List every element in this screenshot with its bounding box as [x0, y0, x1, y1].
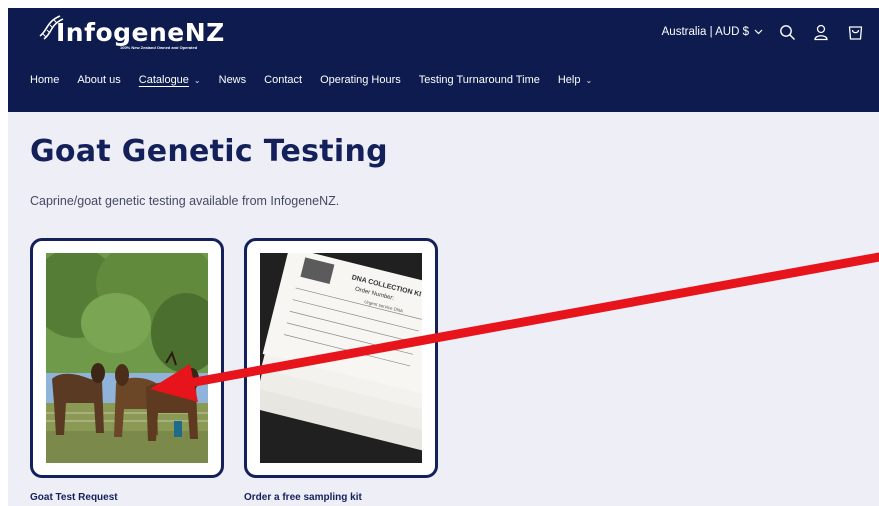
page-description: Caprine/goat genetic testing available f…: [30, 194, 340, 208]
collection-page: Goat Genetic Testing Caprine/goat geneti…: [8, 112, 879, 506]
product-title-goat-test[interactable]: Goat Test Request: [30, 492, 118, 503]
site-header: InfogeneNZ 100% New Zealand Owned and Op…: [8, 8, 879, 112]
main-nav: Home About us Catalogue ⌄ News Contact Op…: [30, 74, 592, 86]
nav-item-catalogue[interactable]: Catalogue ⌄: [139, 74, 201, 86]
chevron-down-icon: [754, 29, 763, 35]
nav-item-home[interactable]: Home: [30, 74, 59, 86]
search-icon[interactable]: [777, 22, 797, 42]
site-logo[interactable]: InfogeneNZ 100% New Zealand Owned and Op…: [36, 12, 256, 56]
page-title: Goat Genetic Testing: [30, 134, 388, 169]
header-utilities: Australia | AUD $: [662, 20, 865, 44]
product-title-sampling-kit[interactable]: Order a free sampling kit: [244, 492, 362, 503]
nav-item-about-us[interactable]: About us: [77, 74, 120, 86]
product-card-sampling-kit[interactable]: DNA COLLECTION KIT Order Number: Urgent …: [244, 238, 438, 478]
product-card-goat-test[interactable]: [30, 238, 224, 478]
currency-label: Australia | AUD $: [661, 26, 749, 38]
chevron-down-icon: ⌄: [193, 75, 201, 85]
chevron-down-icon: ⌄: [585, 75, 593, 85]
account-icon[interactable]: [811, 22, 831, 42]
nav-item-help[interactable]: Help ⌄: [558, 74, 592, 86]
goats-photo: [46, 253, 208, 463]
logo-text: InfogeneNZ: [56, 18, 225, 47]
cart-icon[interactable]: [845, 22, 865, 42]
nav-item-contact[interactable]: Contact: [264, 74, 302, 86]
nav-item-news[interactable]: News: [219, 74, 247, 86]
currency-selector[interactable]: Australia | AUD $: [662, 26, 763, 38]
nav-item-testing-turnaround[interactable]: Testing Turnaround Time: [419, 74, 540, 86]
logo-tagline: 100% New Zealand Owned and Operated: [120, 45, 198, 50]
sampling-kit-photo: DNA COLLECTION KIT Order Number: Urgent …: [260, 253, 422, 463]
nav-item-operating-hours[interactable]: Operating Hours: [320, 74, 401, 86]
